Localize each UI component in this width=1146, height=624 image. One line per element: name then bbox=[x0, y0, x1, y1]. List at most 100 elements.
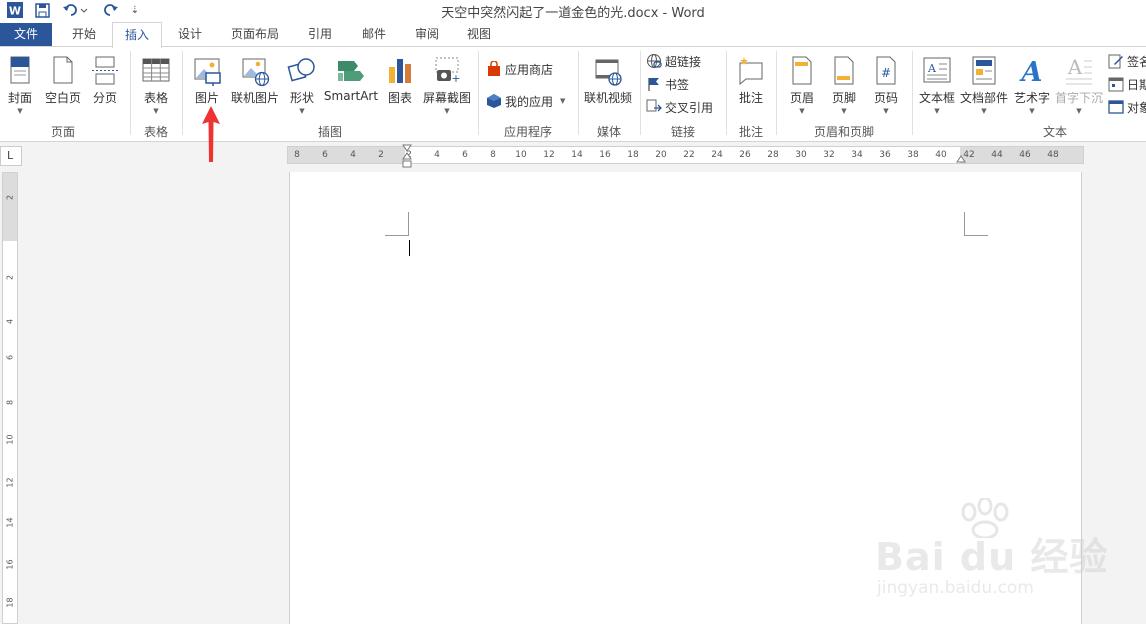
window-title: 天空中突然闪起了一道金色的光.docx - Word bbox=[441, 6, 705, 21]
object-icon bbox=[1108, 100, 1124, 114]
tab-mailings[interactable]: 邮件 bbox=[350, 22, 398, 47]
hyperlink-icon bbox=[647, 54, 662, 68]
shapes-icon bbox=[287, 58, 315, 82]
indent-marker[interactable] bbox=[402, 144, 412, 170]
group-label-links: 链接 bbox=[670, 125, 695, 139]
cross-reference-button[interactable]: 交叉引用 bbox=[646, 97, 713, 117]
my-apps-icon bbox=[487, 94, 501, 108]
drop-cap-icon: A bbox=[1066, 55, 1092, 85]
chevron-down-icon: ▼ bbox=[841, 107, 847, 115]
tab-design[interactable]: 设计 bbox=[166, 22, 214, 47]
red-arrow-annotation bbox=[202, 106, 220, 162]
chevron-down-icon: ▼ bbox=[799, 107, 805, 115]
group-divider bbox=[726, 51, 727, 135]
ruler-tick-label: 2 bbox=[5, 274, 15, 281]
cross-reference-icon bbox=[646, 99, 662, 112]
chevron-down-icon: ▼ bbox=[17, 107, 23, 115]
object-button[interactable]: 对象 bbox=[1108, 97, 1146, 117]
date-time-button[interactable]: 日期 bbox=[1108, 74, 1146, 94]
ruler-tick-label: 16 bbox=[5, 559, 15, 570]
ruler-tick-label: 6 bbox=[462, 150, 468, 160]
margin-corner-mark bbox=[964, 212, 988, 236]
chevron-down-icon: ▼ bbox=[883, 107, 889, 115]
bookmark-flag-icon bbox=[648, 78, 659, 91]
ruler-tick-label: 6 bbox=[322, 150, 328, 160]
ruler-tick-label: 48 bbox=[1047, 150, 1059, 160]
svg-text:#: # bbox=[881, 66, 891, 80]
ruler-tick-label: 16 bbox=[599, 150, 611, 160]
tab-selector[interactable]: L bbox=[0, 146, 22, 166]
tab-file[interactable]: 文件 bbox=[0, 23, 52, 47]
picture-icon bbox=[194, 58, 221, 86]
smartart-icon bbox=[338, 61, 364, 81]
chevron-down-icon: ▼ bbox=[299, 107, 305, 115]
text-box-icon: A bbox=[923, 57, 951, 83]
online-picture-icon bbox=[242, 58, 270, 87]
ruler-tick-label: 4 bbox=[350, 150, 356, 160]
svg-text:A: A bbox=[927, 62, 937, 75]
page-break-icon bbox=[92, 56, 118, 85]
right-indent-marker[interactable] bbox=[956, 153, 966, 165]
quick-parts-icon bbox=[972, 56, 996, 85]
group-divider bbox=[640, 51, 641, 135]
chevron-down-icon: ▼ bbox=[153, 107, 159, 115]
vertical-ruler[interactable]: 2 2 4 6 8 10 12 14 16 18 bbox=[2, 172, 18, 624]
signature-line-button[interactable]: 签名 bbox=[1108, 51, 1146, 71]
group-label-media: 媒体 bbox=[596, 125, 621, 139]
ruler-tick-label: 2 bbox=[5, 194, 15, 201]
page-number-icon: # bbox=[876, 56, 896, 85]
ruler-tick-label: 12 bbox=[5, 477, 15, 488]
text-cursor bbox=[409, 240, 410, 256]
group-label-header-footer: 页眉和页脚 bbox=[813, 125, 874, 139]
ruler-tick-label: 18 bbox=[5, 597, 15, 608]
ruler-tick-label: 38 bbox=[907, 150, 919, 160]
group-label-illustrations: 插图 bbox=[317, 125, 342, 139]
ruler-tick-label: 2 bbox=[378, 150, 384, 160]
ruler-tick-label: 36 bbox=[879, 150, 891, 160]
group-label-apps: 应用程序 bbox=[503, 125, 552, 139]
ruler-left-margin bbox=[288, 147, 405, 163]
ruler-tick-label: 22 bbox=[683, 150, 695, 160]
group-label-pages: 页面 bbox=[50, 125, 75, 139]
group-divider bbox=[776, 51, 777, 135]
my-apps-button[interactable]: 我的应用 ▼ bbox=[486, 91, 565, 111]
tab-review[interactable]: 审阅 bbox=[403, 22, 451, 47]
margin-corner-mark bbox=[385, 212, 409, 236]
ribbon-tabs: 文件 开始 插入 设计 页面布局 引用 邮件 审阅 视图 bbox=[0, 22, 1146, 48]
tab-view[interactable]: 视图 bbox=[455, 22, 503, 47]
header-icon bbox=[792, 56, 812, 85]
ruler-tick-label: 18 bbox=[627, 150, 639, 160]
footer-icon bbox=[834, 56, 854, 85]
ruler-tick-label: 6 bbox=[5, 354, 15, 361]
tab-references[interactable]: 引用 bbox=[296, 22, 344, 47]
chevron-down-icon: ▼ bbox=[444, 107, 450, 115]
group-divider bbox=[182, 51, 183, 135]
svg-text:+: + bbox=[451, 72, 460, 85]
bookmark-button[interactable]: 书签 bbox=[646, 74, 689, 94]
tab-page-layout[interactable]: 页面布局 bbox=[224, 22, 286, 47]
svg-text:A: A bbox=[1067, 55, 1083, 79]
ruler-top-margin bbox=[3, 173, 17, 241]
group-label-tables: 表格 bbox=[143, 125, 168, 139]
watermark-brand: Bai du 经验 bbox=[875, 535, 1109, 579]
app-store-button[interactable]: 应用商店 bbox=[486, 59, 553, 79]
word-window: W ⇣ 天空中突然闪起了一道金色的光.docx - Word 文件 开始 插入 … bbox=[0, 0, 1146, 624]
calendar-icon bbox=[1108, 77, 1124, 92]
ruler-tick-label: 26 bbox=[739, 150, 751, 160]
tab-insert[interactable]: 插入 bbox=[112, 22, 162, 48]
tab-home[interactable]: 开始 bbox=[60, 22, 108, 47]
screenshot-icon: + bbox=[435, 57, 461, 85]
ruler-tick-label: 44 bbox=[991, 150, 1003, 160]
chevron-down-icon: ▼ bbox=[560, 97, 566, 105]
hyperlink-button[interactable]: 超链接 bbox=[646, 51, 701, 71]
chevron-down-icon: ▼ bbox=[1076, 107, 1082, 115]
group-divider bbox=[912, 51, 913, 135]
ruler-tick-label: 4 bbox=[5, 318, 15, 325]
table-icon bbox=[142, 58, 170, 82]
chart-icon bbox=[389, 59, 411, 83]
ruler-tick-label: 10 bbox=[5, 434, 15, 445]
ruler-tick-label: 30 bbox=[795, 150, 807, 160]
ruler-tick-label: 12 bbox=[543, 150, 555, 160]
store-bag-icon bbox=[488, 61, 500, 76]
horizontal-ruler[interactable]: 8 6 4 2 2 4 6 8 10 12 14 16 18 20 22 24 26 28 30 32 34 36 38 40… bbox=[287, 144, 1084, 168]
